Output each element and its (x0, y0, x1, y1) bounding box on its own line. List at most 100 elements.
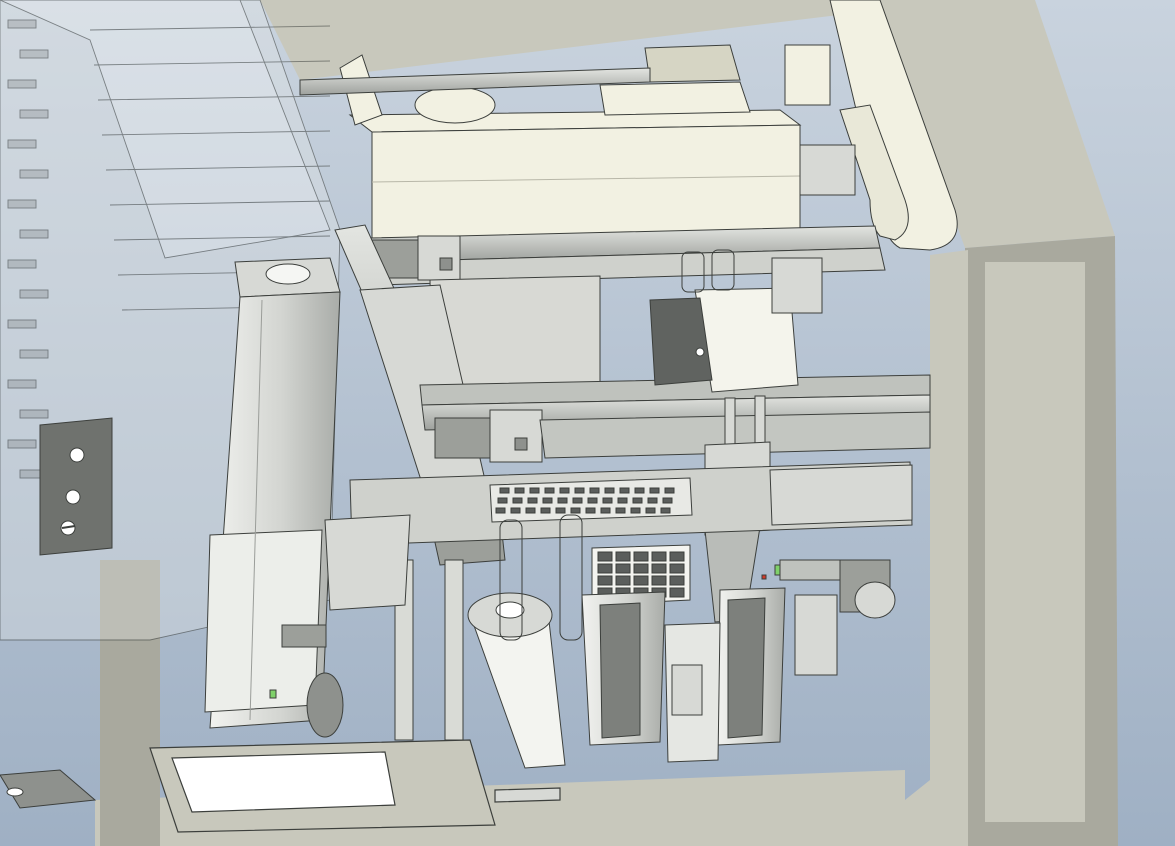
right-motor-face (854, 581, 896, 619)
rear-motor-flange (417, 235, 461, 281)
tray-cell (633, 575, 649, 586)
bottom-left-bolt (6, 787, 24, 797)
conveyor-right-track (769, 464, 913, 526)
tray-cell (597, 551, 613, 562)
rack-slot (7, 139, 37, 149)
plate-slot (572, 497, 583, 504)
mount-hole-top (69, 447, 85, 463)
plate-slot (600, 507, 611, 514)
rack-slot (19, 109, 49, 119)
rack-slot (7, 19, 37, 29)
stacker-right-dark (727, 597, 766, 739)
plate-slot (542, 497, 553, 504)
stacker-center-block (671, 664, 703, 716)
rack-slot (7, 199, 37, 209)
plate-slot (664, 487, 675, 494)
tray-cell (669, 563, 685, 574)
rack-slot (19, 409, 49, 419)
plate-slot (510, 507, 521, 514)
plate-slot (645, 507, 656, 514)
plate-slot (617, 497, 628, 504)
plate-slot (660, 507, 671, 514)
plate-slot (497, 497, 508, 504)
plate-slot (512, 497, 523, 504)
rack-slot (7, 319, 37, 329)
head-bolt (695, 347, 705, 357)
column-bottom-pulley (306, 672, 344, 738)
cover-spool (414, 86, 496, 124)
rack-slot (7, 259, 37, 269)
rack-slot (19, 169, 49, 179)
plate-slot (495, 507, 506, 514)
tray-cell (615, 551, 631, 562)
rack-slot (19, 289, 49, 299)
plate-slot (615, 507, 626, 514)
cad-assembly-view (0, 0, 1175, 846)
tray-cell (669, 587, 685, 598)
tray-cell (615, 575, 631, 586)
head-valve-bank (771, 257, 823, 314)
column-bracket (281, 624, 327, 648)
window-right-bar (494, 787, 561, 803)
tray-cell (651, 575, 667, 586)
tray-cell (633, 563, 649, 574)
rack-mount-plate (39, 417, 113, 556)
head-red-marker (761, 574, 767, 580)
stacker-left-dark (599, 602, 641, 739)
plate-slot (662, 497, 673, 504)
plate-slot (634, 487, 645, 494)
rack-slot (19, 49, 49, 59)
rear-motor-badge (439, 257, 453, 271)
right-side-rail (779, 559, 841, 581)
plate-slot (619, 487, 630, 494)
column-top-bore (265, 263, 311, 285)
plate-slot (544, 487, 555, 494)
x-beam-motor-badge (514, 437, 528, 451)
guard-sensor-box (799, 144, 856, 196)
tray-cell (651, 563, 667, 574)
column-green-indicator (269, 689, 277, 699)
plate-slot (574, 487, 585, 494)
plate-slot (589, 487, 600, 494)
plate-slot (514, 487, 525, 494)
tray-cell (651, 551, 667, 562)
tray-cell (669, 551, 685, 562)
cover-top-box-small (644, 44, 741, 83)
mount-plate-body (39, 417, 113, 556)
tray-cell (597, 575, 613, 586)
rack-slot (7, 439, 37, 449)
cover-top-box-right (599, 81, 751, 116)
column-lower-housing (204, 529, 323, 713)
tray-cell (615, 563, 631, 574)
rack-slot (19, 229, 49, 239)
right-motor-mount (794, 594, 838, 676)
plate-slot (647, 497, 658, 504)
plate-slot (525, 507, 536, 514)
rack-slot (7, 379, 37, 389)
plate-slot (557, 497, 568, 504)
rack-slot (7, 79, 37, 89)
frame-right-pillar-panel (985, 262, 1085, 822)
x-axis-beam (419, 374, 931, 463)
tray-cell (597, 563, 613, 574)
x-beam-motor (434, 417, 491, 459)
plate-slot (604, 487, 615, 494)
plate-slot (540, 507, 551, 514)
plate-slot (649, 487, 660, 494)
plate-slot (585, 507, 596, 514)
plate-slot (630, 507, 641, 514)
mount-hole-middle (65, 489, 81, 505)
plate-slot (499, 487, 510, 494)
plate-slot (587, 497, 598, 504)
tray-cell (633, 551, 649, 562)
tray-cell (669, 575, 685, 586)
guard-block (784, 44, 831, 106)
plate-slot (527, 497, 538, 504)
plate-slot (529, 487, 540, 494)
plate-slot (559, 487, 570, 494)
support-left-panel (324, 514, 411, 611)
x-beam-motor-flange (489, 409, 543, 463)
rack-slot (19, 349, 49, 359)
support-post-2 (444, 559, 464, 741)
plate-slot (602, 497, 613, 504)
